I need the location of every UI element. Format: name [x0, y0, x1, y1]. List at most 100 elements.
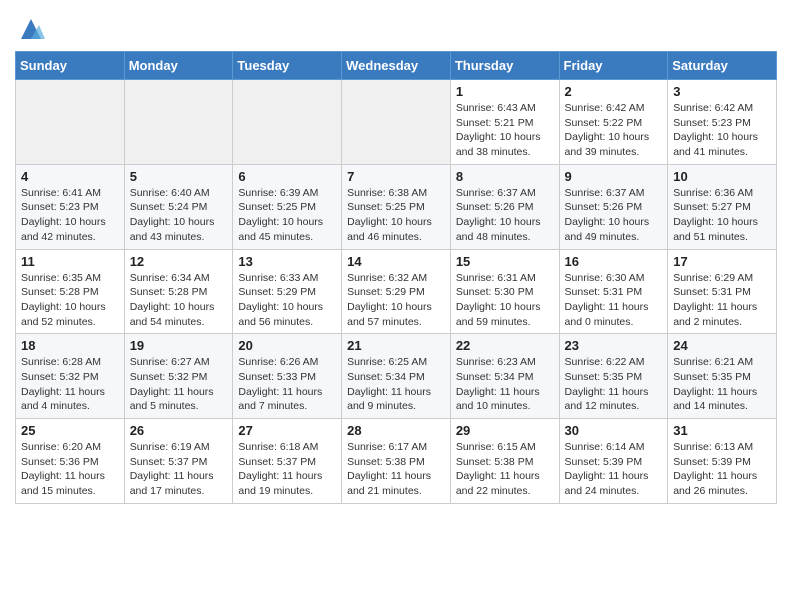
day-number: 10 [673, 169, 771, 184]
day-info: Sunrise: 6:32 AM Sunset: 5:29 PM Dayligh… [347, 271, 445, 330]
calendar-cell: 2 Sunrise: 6:42 AM Sunset: 5:22 PM Daylig… [559, 80, 668, 165]
day-number: 11 [21, 254, 119, 269]
day-info: Sunrise: 6:41 AM Sunset: 5:23 PM Dayligh… [21, 186, 119, 245]
day-number: 23 [565, 338, 663, 353]
day-info: Sunrise: 6:36 AM Sunset: 5:27 PM Dayligh… [673, 186, 771, 245]
calendar-cell: 19 Sunrise: 6:27 AM Sunset: 5:32 PM Dayli… [124, 334, 233, 419]
day-number: 26 [130, 423, 228, 438]
calendar-cell [233, 80, 342, 165]
day-info: Sunrise: 6:15 AM Sunset: 5:38 PM Dayligh… [456, 440, 554, 499]
day-number: 30 [565, 423, 663, 438]
calendar-cell [16, 80, 125, 165]
day-info: Sunrise: 6:34 AM Sunset: 5:28 PM Dayligh… [130, 271, 228, 330]
day-info: Sunrise: 6:20 AM Sunset: 5:36 PM Dayligh… [21, 440, 119, 499]
day-number: 9 [565, 169, 663, 184]
calendar-cell: 3 Sunrise: 6:42 AM Sunset: 5:23 PM Daylig… [668, 80, 777, 165]
day-info: Sunrise: 6:19 AM Sunset: 5:37 PM Dayligh… [130, 440, 228, 499]
weekday-header-sunday: Sunday [16, 52, 125, 80]
calendar-cell: 30 Sunrise: 6:14 AM Sunset: 5:39 PM Dayli… [559, 419, 668, 504]
day-number: 1 [456, 84, 554, 99]
calendar-cell: 25Sunrise: 6:20 AM Sunset: 5:36 PM Dayli… [16, 419, 125, 504]
calendar-cell: 6 Sunrise: 6:39 AM Sunset: 5:25 PM Daylig… [233, 164, 342, 249]
day-info: Sunrise: 6:28 AM Sunset: 5:32 PM Dayligh… [21, 355, 119, 414]
calendar-cell: 23 Sunrise: 6:22 AM Sunset: 5:35 PM Dayli… [559, 334, 668, 419]
weekday-header-thursday: Thursday [450, 52, 559, 80]
calendar-cell: 14 Sunrise: 6:32 AM Sunset: 5:29 PM Dayli… [342, 249, 451, 334]
calendar-table: SundayMondayTuesdayWednesdayThursdayFrid… [15, 51, 777, 504]
calendar-header-row: SundayMondayTuesdayWednesdayThursdayFrid… [16, 52, 777, 80]
day-info: Sunrise: 6:18 AM Sunset: 5:37 PM Dayligh… [238, 440, 336, 499]
weekday-header-tuesday: Tuesday [233, 52, 342, 80]
day-info: Sunrise: 6:43 AM Sunset: 5:21 PM Dayligh… [456, 101, 554, 160]
day-info: Sunrise: 6:23 AM Sunset: 5:34 PM Dayligh… [456, 355, 554, 414]
day-number: 4 [21, 169, 119, 184]
calendar-cell: 21Sunrise: 6:25 AM Sunset: 5:34 PM Dayli… [342, 334, 451, 419]
day-info: Sunrise: 6:13 AM Sunset: 5:39 PM Dayligh… [673, 440, 771, 499]
calendar-cell [124, 80, 233, 165]
day-number: 2 [565, 84, 663, 99]
calendar-cell: 10 Sunrise: 6:36 AM Sunset: 5:27 PM Dayli… [668, 164, 777, 249]
day-number: 28 [347, 423, 445, 438]
calendar-cell: 28 Sunrise: 6:17 AM Sunset: 5:38 PM Dayli… [342, 419, 451, 504]
calendar-cell [342, 80, 451, 165]
logo-icon [17, 15, 45, 43]
day-number: 5 [130, 169, 228, 184]
calendar-cell: 5Sunrise: 6:40 AM Sunset: 5:24 PM Daylig… [124, 164, 233, 249]
calendar-cell: 7Sunrise: 6:38 AM Sunset: 5:25 PM Daylig… [342, 164, 451, 249]
day-number: 8 [456, 169, 554, 184]
day-number: 16 [565, 254, 663, 269]
day-info: Sunrise: 6:42 AM Sunset: 5:22 PM Dayligh… [565, 101, 663, 160]
calendar-cell: 20 Sunrise: 6:26 AM Sunset: 5:33 PM Dayli… [233, 334, 342, 419]
calendar-cell: 26 Sunrise: 6:19 AM Sunset: 5:37 PM Dayli… [124, 419, 233, 504]
day-info: Sunrise: 6:38 AM Sunset: 5:25 PM Dayligh… [347, 186, 445, 245]
calendar-cell: 13Sunrise: 6:33 AM Sunset: 5:29 PM Dayli… [233, 249, 342, 334]
calendar-cell: 27Sunrise: 6:18 AM Sunset: 5:37 PM Dayli… [233, 419, 342, 504]
calendar-cell: 1 Sunrise: 6:43 AM Sunset: 5:21 PM Daylig… [450, 80, 559, 165]
day-info: Sunrise: 6:30 AM Sunset: 5:31 PM Dayligh… [565, 271, 663, 330]
day-info: Sunrise: 6:37 AM Sunset: 5:26 PM Dayligh… [565, 186, 663, 245]
day-info: Sunrise: 6:35 AM Sunset: 5:28 PM Dayligh… [21, 271, 119, 330]
day-number: 3 [673, 84, 771, 99]
calendar-cell: 24Sunrise: 6:21 AM Sunset: 5:35 PM Dayli… [668, 334, 777, 419]
calendar-cell: 4 Sunrise: 6:41 AM Sunset: 5:23 PM Daylig… [16, 164, 125, 249]
logo [15, 15, 45, 43]
calendar-cell: 9 Sunrise: 6:37 AM Sunset: 5:26 PM Daylig… [559, 164, 668, 249]
page-header [15, 10, 777, 43]
day-number: 14 [347, 254, 445, 269]
day-info: Sunrise: 6:29 AM Sunset: 5:31 PM Dayligh… [673, 271, 771, 330]
day-info: Sunrise: 6:17 AM Sunset: 5:38 PM Dayligh… [347, 440, 445, 499]
calendar-cell: 29 Sunrise: 6:15 AM Sunset: 5:38 PM Dayli… [450, 419, 559, 504]
day-number: 20 [238, 338, 336, 353]
calendar-week-4: 18 Sunrise: 6:28 AM Sunset: 5:32 PM Dayli… [16, 334, 777, 419]
calendar-body: 1 Sunrise: 6:43 AM Sunset: 5:21 PM Daylig… [16, 80, 777, 504]
day-number: 29 [456, 423, 554, 438]
weekday-header-monday: Monday [124, 52, 233, 80]
weekday-header-friday: Friday [559, 52, 668, 80]
calendar-cell: 18 Sunrise: 6:28 AM Sunset: 5:32 PM Dayli… [16, 334, 125, 419]
weekday-header-wednesday: Wednesday [342, 52, 451, 80]
day-info: Sunrise: 6:27 AM Sunset: 5:32 PM Dayligh… [130, 355, 228, 414]
day-number: 18 [21, 338, 119, 353]
day-info: Sunrise: 6:22 AM Sunset: 5:35 PM Dayligh… [565, 355, 663, 414]
day-info: Sunrise: 6:14 AM Sunset: 5:39 PM Dayligh… [565, 440, 663, 499]
calendar-week-3: 11 Sunrise: 6:35 AM Sunset: 5:28 PM Dayli… [16, 249, 777, 334]
day-number: 19 [130, 338, 228, 353]
day-info: Sunrise: 6:39 AM Sunset: 5:25 PM Dayligh… [238, 186, 336, 245]
calendar-week-2: 4 Sunrise: 6:41 AM Sunset: 5:23 PM Daylig… [16, 164, 777, 249]
day-number: 22 [456, 338, 554, 353]
day-number: 15 [456, 254, 554, 269]
calendar-cell: 8 Sunrise: 6:37 AM Sunset: 5:26 PM Daylig… [450, 164, 559, 249]
day-info: Sunrise: 6:42 AM Sunset: 5:23 PM Dayligh… [673, 101, 771, 160]
calendar-cell: 12 Sunrise: 6:34 AM Sunset: 5:28 PM Dayli… [124, 249, 233, 334]
weekday-header-saturday: Saturday [668, 52, 777, 80]
day-number: 24 [673, 338, 771, 353]
day-info: Sunrise: 6:37 AM Sunset: 5:26 PM Dayligh… [456, 186, 554, 245]
calendar-week-1: 1 Sunrise: 6:43 AM Sunset: 5:21 PM Daylig… [16, 80, 777, 165]
day-number: 12 [130, 254, 228, 269]
calendar-cell: 22 Sunrise: 6:23 AM Sunset: 5:34 PM Dayli… [450, 334, 559, 419]
day-number: 6 [238, 169, 336, 184]
calendar-cell: 16 Sunrise: 6:30 AM Sunset: 5:31 PM Dayli… [559, 249, 668, 334]
calendar-cell: 31Sunrise: 6:13 AM Sunset: 5:39 PM Dayli… [668, 419, 777, 504]
calendar-cell: 17Sunrise: 6:29 AM Sunset: 5:31 PM Dayli… [668, 249, 777, 334]
day-info: Sunrise: 6:26 AM Sunset: 5:33 PM Dayligh… [238, 355, 336, 414]
